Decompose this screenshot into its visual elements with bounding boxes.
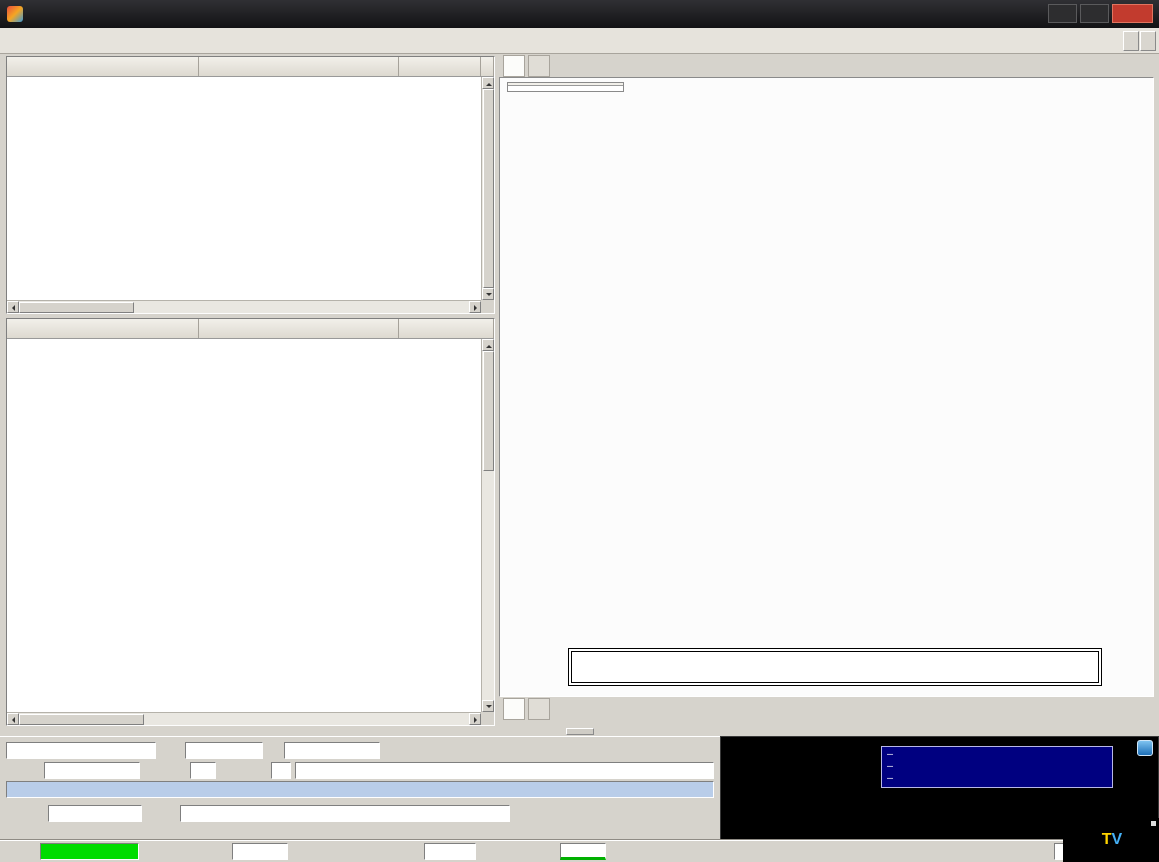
app-icon [7, 6, 23, 22]
services-table-header [7, 57, 494, 77]
stream-box-value [508, 86, 623, 91]
tab-scroll-right-button[interactable] [1140, 31, 1156, 51]
pids-horizontal-scrollbar[interactable] [7, 712, 481, 725]
tab-allocation-bottom[interactable] [503, 698, 525, 720]
series-name [902, 761, 962, 773]
stream-dash-icon: — [887, 749, 902, 761]
scrollbar-thumb[interactable] [483, 89, 494, 288]
tab-trend[interactable] [528, 55, 550, 77]
license-field [48, 805, 142, 822]
chart-tool-icon[interactable] [1137, 740, 1153, 756]
legend-row-payload: — [887, 761, 1107, 773]
protv-logo: TV [1063, 818, 1159, 862]
priority-row[interactable] [6, 781, 714, 798]
scroll-up-button[interactable] [482, 77, 494, 89]
services-count-field [271, 762, 291, 779]
maximize-button[interactable] [1080, 4, 1109, 23]
stuffing-dash-icon: — [887, 773, 902, 785]
stream-rate-field [424, 843, 476, 860]
pids-table-header [7, 319, 494, 339]
allocation-tabs-top [503, 55, 553, 77]
scroll-left-button[interactable] [7, 301, 19, 313]
allocation-panel [498, 54, 1157, 726]
input-rate-field [232, 843, 288, 860]
column-header-data-rate[interactable] [199, 57, 399, 76]
scroll-left-button[interactable] [7, 713, 19, 725]
series-value [962, 749, 1044, 761]
payload-dash-icon: — [887, 761, 902, 773]
pie-legend [568, 648, 1102, 686]
legend-row-stuffing: — [887, 773, 1107, 785]
series-value [962, 761, 1044, 773]
series-value [962, 773, 1044, 785]
status-bar [0, 840, 1159, 862]
allocation-pie-chart [500, 78, 1153, 696]
column-header-info[interactable] [399, 319, 494, 338]
scrollbar-thumb[interactable] [483, 351, 494, 471]
input-field [180, 805, 510, 822]
ip-field [284, 742, 380, 759]
allocation-tabs-bottom [503, 698, 553, 720]
column-header-pids[interactable] [7, 319, 199, 338]
series-name [902, 749, 962, 761]
bottom-info-area: — — — [0, 736, 1159, 840]
services-table [6, 56, 495, 314]
sw-version-field [185, 742, 263, 759]
scroll-down-button[interactable] [482, 288, 494, 300]
services-horizontal-scrollbar[interactable] [7, 300, 481, 313]
title-bar[interactable] [0, 0, 1159, 28]
content-analyser-window: — — — [0, 0, 1159, 862]
scroll-up-button[interactable] [482, 339, 494, 351]
services-vertical-scrollbar[interactable] [481, 77, 494, 300]
tab-trend-bottom[interactable] [528, 698, 550, 720]
logo-mark [1151, 821, 1156, 826]
column-header-id[interactable] [399, 57, 481, 76]
scroll-down-button[interactable] [482, 700, 494, 712]
tsid-field [44, 762, 140, 779]
legend-row-stream: — [887, 749, 1107, 761]
column-header-lcn[interactable] [481, 57, 494, 76]
main-area [0, 54, 1159, 736]
minimize-button[interactable] [1048, 4, 1077, 23]
services-list-field [295, 762, 714, 779]
tab-scroll-left-button[interactable] [1123, 31, 1139, 51]
packets-counter [560, 843, 606, 860]
allocation-chart-area [499, 77, 1154, 697]
scrollbar-thumb[interactable] [19, 714, 144, 725]
logo-text-tv: TV [1102, 831, 1122, 849]
pids-table [6, 318, 495, 726]
scrollbar-thumb[interactable] [19, 302, 134, 313]
column-header-data-rate[interactable] [199, 319, 399, 338]
column-header-services[interactable] [7, 57, 199, 76]
scroll-right-button[interactable] [469, 301, 481, 313]
series-name [902, 773, 962, 785]
pids-vertical-scrollbar[interactable] [481, 339, 494, 712]
scroll-right-button[interactable] [469, 713, 481, 725]
pids-count-field [190, 762, 216, 779]
sync-status-badge [40, 843, 139, 860]
monitor-legend: — — — [881, 746, 1113, 788]
main-tab-bar [0, 28, 1159, 54]
datetime-field [6, 742, 156, 759]
stream-info-panel [0, 736, 720, 840]
stream-data-rate-box [507, 82, 624, 92]
close-button[interactable] [1112, 4, 1153, 23]
splitter-handle[interactable] [566, 728, 594, 735]
tab-allocation[interactable] [503, 55, 525, 77]
